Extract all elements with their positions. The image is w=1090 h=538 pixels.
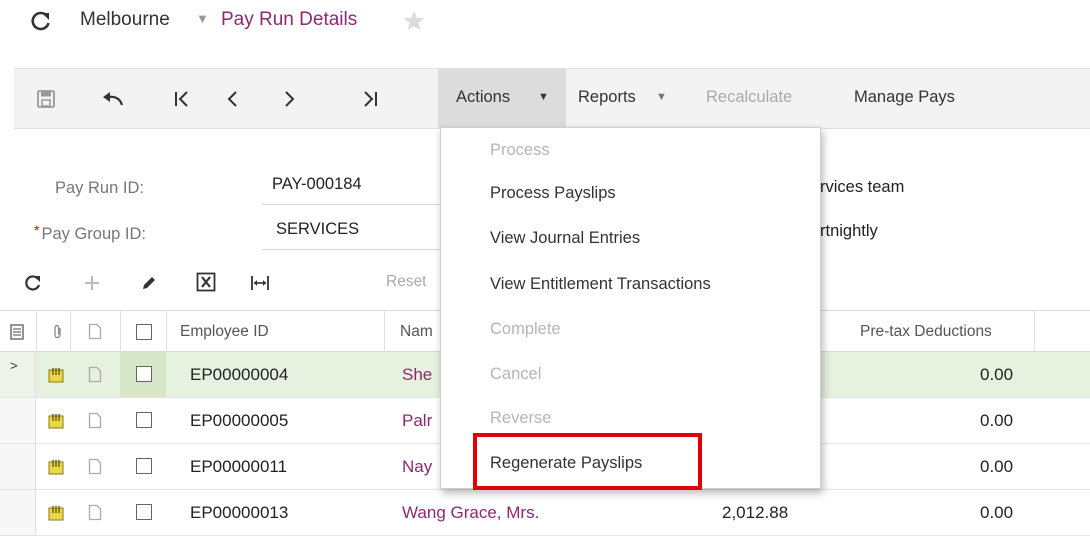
employee-id-cell[interactable]: EP00000013 bbox=[190, 503, 288, 523]
column-employee-id[interactable]: Employee ID bbox=[180, 323, 269, 341]
pretax-cell: 0.00 bbox=[980, 365, 1014, 384]
pay-group-id-label-text: Pay Group ID: bbox=[41, 225, 146, 243]
amount-cell: 2,012.88 bbox=[722, 503, 789, 522]
pay-run-id-label: Pay Run ID: bbox=[55, 179, 144, 197]
previous-record-button[interactable] bbox=[218, 69, 246, 128]
required-asterisk: * bbox=[34, 222, 40, 238]
reset-button[interactable]: Reset bbox=[386, 273, 427, 291]
menu-item-process[interactable]: Process bbox=[490, 141, 550, 160]
column-name[interactable]: Nam bbox=[400, 323, 433, 341]
menu-item-process-payslips[interactable]: Process Payslips bbox=[490, 184, 616, 203]
pay-run-id-underline bbox=[262, 204, 440, 205]
row-checkbox[interactable] bbox=[136, 366, 152, 382]
pretax-cell: 0.00 bbox=[980, 457, 1014, 476]
recalculate-button[interactable]: Recalculate bbox=[706, 88, 792, 107]
breadcrumb-parent[interactable]: Melbourne bbox=[80, 9, 170, 31]
export-excel-icon[interactable] bbox=[196, 272, 216, 292]
pay-group-id-label: * Pay Group ID: bbox=[34, 222, 146, 244]
page-title: Pay Run Details bbox=[221, 9, 358, 30]
chevron-left-icon bbox=[227, 90, 237, 107]
menu-item-complete[interactable]: Complete bbox=[490, 320, 561, 339]
row-checkbox[interactable] bbox=[136, 504, 152, 520]
main-toolbar: Actions ▼ Reports ▼ Recalculate Manage P… bbox=[14, 68, 1090, 129]
row-indicator bbox=[0, 444, 36, 489]
employee-id-cell[interactable]: EP00000004 bbox=[190, 365, 288, 385]
row-menu-icon[interactable] bbox=[10, 324, 24, 340]
menu-item-view-entitlement-transactions[interactable]: View Entitlement Transactions bbox=[490, 275, 711, 294]
chevron-down-icon: ▼ bbox=[538, 91, 549, 103]
employee-name-link[interactable]: Palr bbox=[402, 411, 432, 431]
row-indicator bbox=[0, 398, 36, 443]
actions-menu-button[interactable]: Actions ▼ bbox=[438, 69, 566, 128]
row-checkbox[interactable] bbox=[136, 412, 152, 428]
menu-item-view-journal-entries[interactable]: View Journal Entries bbox=[490, 229, 640, 248]
column-separator bbox=[1034, 311, 1035, 352]
add-row-icon[interactable] bbox=[83, 274, 101, 292]
pay-group-id-field[interactable]: SERVICES bbox=[276, 220, 359, 239]
last-record-button[interactable] bbox=[356, 69, 384, 128]
save-icon bbox=[37, 89, 55, 108]
employee-id-cell[interactable]: EP00000011 bbox=[190, 457, 287, 477]
column-separator bbox=[70, 311, 71, 352]
attachment-icon[interactable] bbox=[48, 458, 64, 475]
highlight-annotation-box bbox=[473, 433, 702, 490]
next-record-button[interactable] bbox=[276, 69, 304, 128]
employee-name-link[interactable]: Wang Grace, Mrs. bbox=[402, 503, 539, 523]
first-record-button[interactable] bbox=[168, 69, 196, 128]
refresh-icon[interactable] bbox=[30, 10, 52, 32]
actions-label: Actions bbox=[456, 88, 511, 106]
row-indicator: > bbox=[0, 352, 36, 397]
pay-run-id-field[interactable]: PAY-000184 bbox=[272, 175, 362, 194]
pretax-cell: 0.00 bbox=[980, 503, 1014, 522]
column-pretax-deductions[interactable]: Pre-tax Deductions bbox=[860, 323, 992, 341]
select-all-checkbox[interactable] bbox=[136, 324, 152, 340]
breadcrumb-caret-icon[interactable]: ▼ bbox=[196, 11, 209, 26]
undo-button[interactable] bbox=[98, 69, 128, 128]
current-row-arrow-icon: > bbox=[10, 358, 18, 373]
frequency-field[interactable]: rtnightly bbox=[820, 222, 878, 241]
reports-chevron-down-icon[interactable]: ▼ bbox=[656, 91, 667, 103]
pretax-cell: 0.00 bbox=[980, 411, 1014, 430]
column-separator bbox=[384, 311, 385, 352]
row-checkbox[interactable] bbox=[136, 458, 152, 474]
manage-pays-button[interactable]: Manage Pays bbox=[854, 88, 955, 107]
pay-run-details-screen: Melbourne ▼ Pay Run Details Actions ▼ Re… bbox=[0, 0, 1090, 538]
table-row[interactable]: EP00000013 Wang Grace, Mrs. 2,012.88 0.0… bbox=[0, 490, 1090, 536]
note-header-icon bbox=[88, 323, 102, 340]
employee-name-link[interactable]: Nay bbox=[402, 457, 432, 477]
column-separator bbox=[120, 311, 121, 352]
save-button[interactable] bbox=[32, 69, 60, 128]
description-field[interactable]: rvices team bbox=[820, 178, 904, 197]
note-icon[interactable] bbox=[88, 504, 102, 521]
grid-refresh-icon[interactable] bbox=[24, 274, 42, 292]
reports-menu-button[interactable]: Reports bbox=[578, 88, 636, 107]
attachment-icon[interactable] bbox=[48, 412, 64, 429]
attachment-header-icon bbox=[54, 325, 61, 339]
row-indicator bbox=[0, 490, 36, 535]
pay-group-id-underline bbox=[262, 249, 440, 250]
note-icon[interactable] bbox=[88, 458, 102, 475]
first-record-icon bbox=[175, 90, 188, 107]
attachment-icon[interactable] bbox=[48, 366, 64, 383]
employee-name-link[interactable]: She bbox=[402, 365, 432, 385]
edit-pencil-icon[interactable] bbox=[140, 274, 158, 292]
favorite-star-icon[interactable] bbox=[402, 9, 426, 33]
column-separator bbox=[36, 311, 37, 352]
last-record-icon bbox=[364, 90, 377, 107]
note-icon[interactable] bbox=[88, 366, 102, 383]
column-separator bbox=[166, 311, 167, 352]
undo-icon bbox=[103, 91, 124, 105]
fit-columns-icon[interactable] bbox=[250, 274, 270, 292]
menu-item-cancel[interactable]: Cancel bbox=[490, 365, 541, 384]
attachment-icon[interactable] bbox=[48, 504, 64, 521]
menu-item-reverse[interactable]: Reverse bbox=[490, 409, 551, 428]
chevron-right-icon bbox=[285, 90, 295, 107]
note-icon[interactable] bbox=[88, 412, 102, 429]
page-header: Melbourne ▼ Pay Run Details bbox=[0, 0, 1090, 48]
employee-id-cell[interactable]: EP00000005 bbox=[190, 411, 288, 431]
